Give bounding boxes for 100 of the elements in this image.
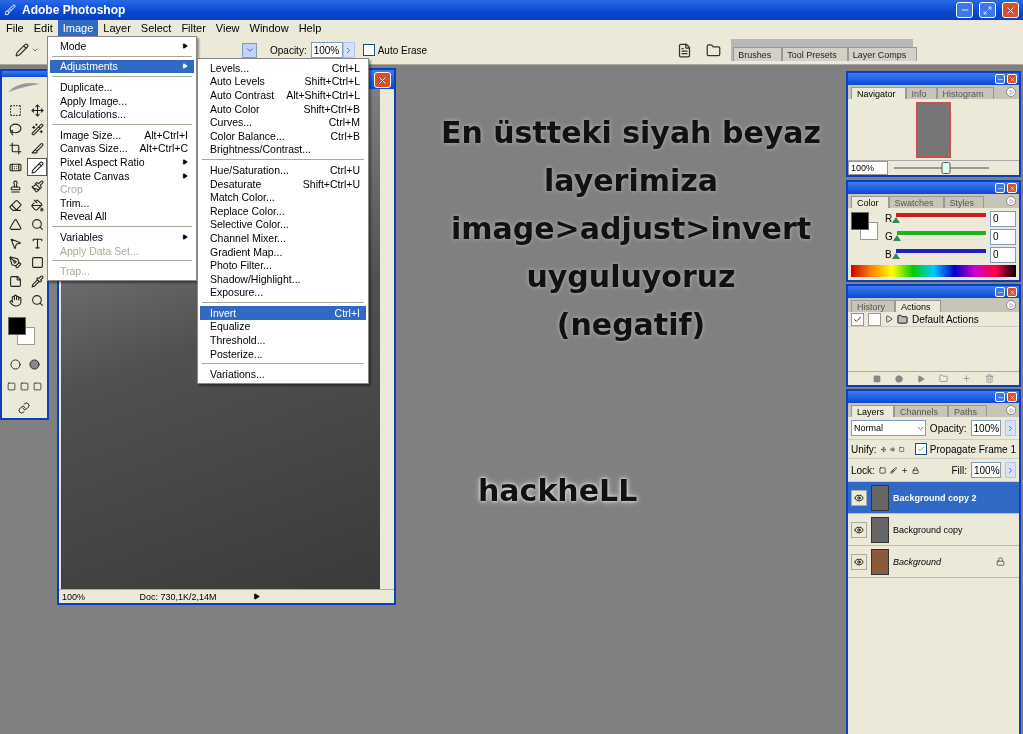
arrow-button[interactable]: [1004, 420, 1016, 436]
close-button[interactable]: [1007, 183, 1017, 193]
menu-title[interactable]: Layer: [98, 20, 136, 36]
menu-item[interactable]: Apply Image...: [50, 93, 194, 108]
play-icon[interactable]: [253, 593, 260, 600]
document-icon[interactable]: [677, 42, 693, 58]
palette-tab[interactable]: Navigator: [851, 87, 906, 99]
layer-row[interactable]: Background copy 2: [848, 482, 1019, 514]
palette-tab[interactable]: Actions: [895, 300, 941, 312]
palette-tab[interactable]: Color: [851, 196, 889, 208]
menu-item[interactable]: Variables: [50, 230, 194, 244]
tool-button[interactable]: [27, 158, 47, 176]
caret-icon[interactable]: [31, 46, 39, 54]
menu-item[interactable]: Image Size... Alt+Ctrl+I: [50, 127, 194, 142]
unify-style-icon[interactable]: [899, 444, 905, 454]
menu-item[interactable]: Desaturate Shift+Ctrl+U: [200, 176, 366, 191]
palette-tab[interactable]: Styles: [943, 196, 985, 208]
palette-tab[interactable]: Channels: [894, 405, 949, 417]
slider-thumb[interactable]: [891, 253, 900, 259]
fill-field[interactable]: 100%: [970, 462, 1001, 478]
lock-transparency-icon[interactable]: [878, 465, 887, 475]
color-spectrum[interactable]: [851, 265, 1016, 277]
menu-item[interactable]: Canvas Size... Alt+Ctrl+C: [50, 141, 194, 156]
stop-icon[interactable]: [873, 374, 881, 383]
menu-item[interactable]: Variations...: [200, 367, 366, 382]
menu-item[interactable]: Auto Contrast Alt+Shift+Ctrl+L: [200, 88, 366, 102]
zoom-field[interactable]: 100%: [848, 161, 888, 175]
menu-item[interactable]: Threshold...: [200, 333, 366, 347]
menu-title[interactable]: Help: [293, 20, 327, 36]
menu-item[interactable]: Channel Mixer...: [200, 231, 366, 245]
pencil-icon[interactable]: [15, 43, 29, 57]
minimize-button[interactable]: [956, 2, 973, 18]
menu-item[interactable]: Photo Filter...: [200, 258, 366, 272]
minimize-button[interactable]: [995, 392, 1005, 402]
lock-all-icon[interactable]: [912, 465, 920, 475]
checkbox[interactable]: [914, 443, 927, 455]
unify-position-icon[interactable]: [880, 444, 886, 454]
channel-value-field[interactable]: 0: [990, 246, 1016, 263]
menu-title[interactable]: Select: [135, 20, 177, 36]
blend-mode-dropdown[interactable]: Normal: [851, 420, 926, 436]
palette-tab[interactable]: History: [851, 300, 895, 312]
menu-item[interactable]: Hue/Saturation... Ctrl+U: [200, 163, 366, 177]
menu-item[interactable]: Exposure...: [200, 285, 366, 300]
palette-well-tab[interactable]: Brushes: [733, 47, 783, 61]
close-button[interactable]: [1007, 392, 1017, 402]
layer-row[interactable]: Background copy: [848, 514, 1019, 546]
slider-thumb[interactable]: [892, 235, 901, 241]
dialog-toggle[interactable]: [868, 312, 881, 326]
visibility-toggle[interactable]: [851, 553, 867, 570]
palette-well-tab[interactable]: Layer Comps: [847, 47, 918, 61]
channel-value-field[interactable]: 0: [990, 210, 1016, 227]
palette-tab[interactable]: Swatches: [888, 196, 944, 208]
opacity-field[interactable]: 100%: [310, 42, 343, 58]
menu-item[interactable]: Calculations...: [50, 107, 194, 121]
file-browser-icon[interactable]: [706, 42, 722, 58]
menu-item[interactable]: Duplicate...: [50, 80, 194, 94]
layer-row[interactable]: Background: [848, 546, 1019, 578]
menu-item[interactable]: Selective Color...: [200, 217, 366, 232]
menu-title[interactable]: File: [1, 20, 29, 36]
close-button[interactable]: [1007, 74, 1017, 84]
menu-title[interactable]: Window: [244, 20, 294, 36]
lock-position-icon[interactable]: [901, 465, 909, 475]
palette-menu-button[interactable]: [1006, 300, 1016, 310]
menu-item[interactable]: Equalize: [200, 319, 366, 334]
lock-pixels-icon[interactable]: [890, 465, 898, 475]
close-button[interactable]: [1007, 287, 1017, 297]
palette-tab[interactable]: Layers: [851, 405, 894, 417]
checkbox[interactable]: [851, 312, 864, 326]
menu-item[interactable]: Auto Levels Shift+Ctrl+L: [200, 74, 366, 89]
palette-menu-button[interactable]: [1006, 405, 1016, 415]
opacity-field[interactable]: 100%: [970, 420, 1001, 436]
menu-item[interactable]: Pixel Aspect Ratio: [50, 155, 194, 169]
menu-item[interactable]: Replace Color...: [200, 203, 366, 218]
maximize-button[interactable]: [979, 2, 996, 18]
visibility-toggle[interactable]: [851, 489, 867, 506]
minimize-button[interactable]: [995, 183, 1005, 193]
menu-item[interactable]: Rotate Canvas: [50, 168, 194, 183]
menu-item[interactable]: Adjustments: [50, 59, 194, 74]
menu-item[interactable]: Trim...: [50, 195, 194, 210]
menu-item[interactable]: Mode: [50, 39, 194, 53]
menu-item[interactable]: Curves... Ctrl+M: [200, 115, 366, 129]
menu-item[interactable]: Brightness/Contrast...: [200, 142, 366, 157]
record-icon[interactable]: [895, 374, 903, 383]
menu-item[interactable]: Posterize...: [200, 346, 366, 361]
arrow-button[interactable]: [1004, 462, 1016, 478]
unify-visibility-icon[interactable]: [890, 444, 896, 454]
close-button[interactable]: [374, 72, 391, 88]
channel-slider[interactable]: [896, 231, 986, 242]
slider-thumb[interactable]: [892, 217, 901, 223]
menu-title[interactable]: Filter: [176, 20, 211, 36]
palette-well-tab[interactable]: Tool Presets: [782, 47, 848, 61]
palette-tab[interactable]: Info: [905, 87, 937, 99]
palette-menu-button[interactable]: [1006, 87, 1016, 97]
palette-tab[interactable]: Paths: [948, 405, 988, 417]
channel-value-field[interactable]: 0: [990, 228, 1016, 245]
menu-item[interactable]: Shadow/Highlight...: [200, 271, 366, 286]
menu-item[interactable]: Reveal All: [50, 209, 194, 224]
checkbox[interactable]: [362, 44, 375, 56]
menu-item[interactable]: Levels... Ctrl+L: [200, 61, 366, 75]
minimize-button[interactable]: [995, 287, 1005, 297]
